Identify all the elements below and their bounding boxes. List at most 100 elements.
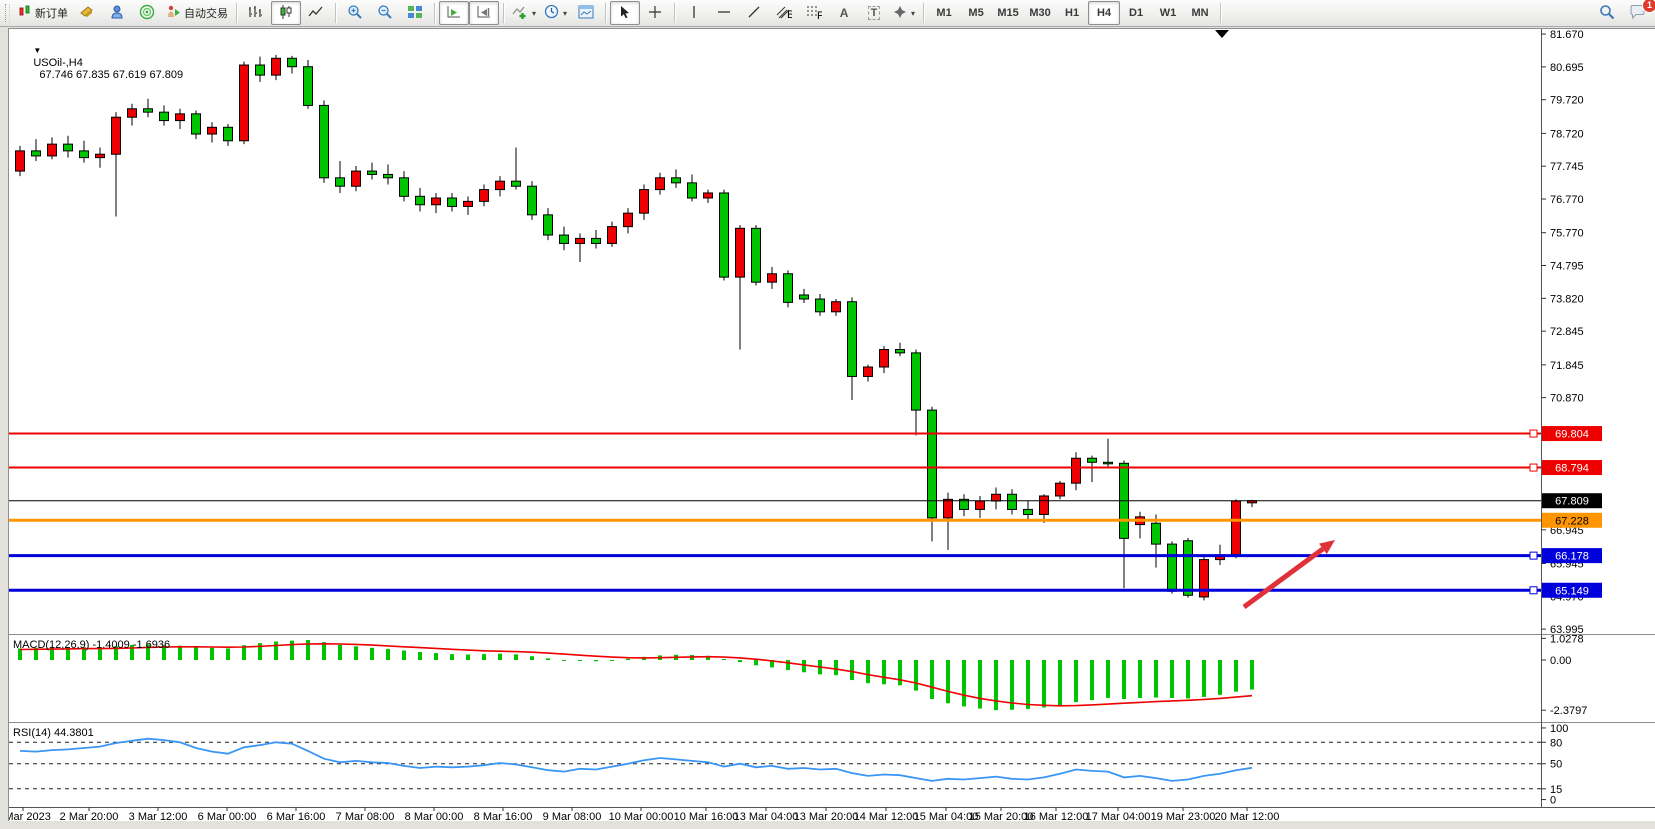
timeframe-M5[interactable]: M5 (960, 1, 992, 25)
candle (656, 178, 665, 190)
timeframe-D1[interactable]: D1 (1120, 1, 1152, 25)
toolbar-separator (236, 3, 237, 23)
candle (1072, 458, 1081, 483)
periods-button[interactable]: ▾ (540, 1, 571, 25)
price-tick-label: 72.845 (1550, 326, 1584, 338)
candle (576, 238, 585, 243)
chart-shift-button[interactable] (469, 1, 499, 25)
candle (496, 181, 505, 189)
price-badge-67.228: 67.228 (1542, 513, 1602, 528)
current-bar-marker-icon (1215, 30, 1229, 38)
price-line-69.804[interactable] (9, 430, 1541, 437)
auto-trading-button[interactable]: 自动交易 (162, 1, 232, 25)
time-tick-label: 16 Mar 12:00 (1024, 811, 1089, 821)
macd-signal-line (20, 644, 1252, 706)
candle (1056, 483, 1065, 496)
candle (608, 227, 617, 244)
candle (720, 193, 729, 277)
line-chart-mode-button[interactable] (301, 1, 331, 25)
zoom-out-button[interactable] (370, 1, 400, 25)
bar-chart-icon (248, 5, 264, 22)
timeframe-M15[interactable]: M15 (992, 1, 1024, 25)
tile-windows-button[interactable] (400, 1, 430, 25)
time-axis[interactable]: 2 Mar 20232 Mar 20:003 Mar 12:006 Mar 00… (9, 807, 1279, 821)
arrows-tool-button[interactable]: ▾ (889, 1, 919, 25)
chart-svg[interactable]: 81.67080.69579.72078.72077.74576.77075.7… (9, 29, 1655, 821)
chart-dropdown-icon[interactable]: ▼ (33, 46, 41, 55)
zoom-in-button[interactable] (340, 1, 370, 25)
new-order-button[interactable]: 新订单 (14, 1, 72, 25)
trend-arrow-annotation[interactable] (1244, 540, 1335, 607)
candle (144, 109, 153, 112)
signal-button[interactable] (132, 1, 162, 25)
candle (896, 350, 905, 353)
label-tool-button[interactable]: T (859, 1, 889, 25)
time-tick-label: 3 Mar 12:00 (129, 811, 188, 821)
bar-chart-mode-button[interactable] (241, 1, 271, 25)
timeframe-M30[interactable]: M30 (1024, 1, 1056, 25)
line-handle[interactable] (1530, 430, 1537, 437)
indicators-button[interactable]: ▾ (508, 1, 540, 25)
candle (1168, 544, 1177, 591)
candle (1232, 501, 1241, 555)
horizontal-line-button[interactable] (709, 1, 739, 25)
auto-scroll-button[interactable] (439, 1, 469, 25)
channel-button[interactable]: E (769, 1, 799, 25)
timeframe-W1[interactable]: W1 (1152, 1, 1184, 25)
toolbar-grip[interactable] (5, 4, 10, 22)
funnel-button[interactable] (72, 1, 102, 25)
svg-text:67.809: 67.809 (1555, 496, 1589, 508)
fibonacci-button[interactable]: F (799, 1, 829, 25)
chart-shift-icon (476, 5, 492, 22)
chart-symbol-period: USOil-,H4 (33, 57, 83, 69)
timeframe-M1[interactable]: M1 (928, 1, 960, 25)
text-tool-button[interactable]: A (829, 1, 859, 25)
rsi-line (20, 739, 1252, 781)
crosshair-button[interactable] (640, 1, 670, 25)
price-badge-69.804: 69.804 (1542, 426, 1602, 441)
candle (1040, 496, 1049, 515)
indicators-caret-icon: ▾ (532, 9, 536, 18)
line-handle[interactable] (1530, 587, 1537, 594)
svg-text:F: F (817, 10, 822, 19)
macd-tick-label: -2.3797 (1550, 705, 1587, 717)
analyst-button[interactable] (102, 1, 132, 25)
price-badge-67.809: 67.809 (1542, 493, 1602, 508)
candle (400, 178, 409, 197)
svg-text:E: E (787, 9, 792, 19)
price-axis[interactable]: 81.67080.69579.72078.72077.74576.77075.7… (1541, 29, 1584, 636)
price-line-65.149[interactable] (9, 587, 1541, 594)
timeframe-H4[interactable]: H4 (1088, 1, 1120, 25)
search-button[interactable] (1592, 1, 1622, 25)
candlestick-mode-button[interactable] (271, 1, 301, 25)
candle (704, 193, 713, 198)
svg-text:66.178: 66.178 (1555, 551, 1589, 563)
candle (1088, 458, 1097, 462)
toolbar-separator (605, 3, 606, 23)
time-tick-label: 8 Mar 16:00 (474, 811, 533, 821)
line-handle[interactable] (1530, 464, 1537, 471)
candle (832, 302, 841, 312)
notifications-button[interactable]: 1 (1622, 1, 1652, 25)
price-line-68.794[interactable] (9, 464, 1541, 471)
terminal-window: 新订单 自动交易 (0, 0, 1655, 829)
chart-region[interactable]: 81.67080.69579.72078.72077.74576.77075.7… (8, 28, 1655, 821)
funnel-icon (79, 4, 95, 23)
new-order-label: 新订单 (35, 5, 68, 21)
templates-button[interactable] (571, 1, 601, 25)
macd-indicator-label: MACD(12,26,9) -1.4009 -1.6936 (13, 639, 170, 651)
candle (192, 114, 201, 134)
time-tick-label: 13 Mar 20:00 (794, 811, 859, 821)
timeframe-H1[interactable]: H1 (1056, 1, 1088, 25)
price-badge-68.794: 68.794 (1542, 460, 1602, 475)
vertical-line-button[interactable] (679, 1, 709, 25)
candle (1104, 462, 1113, 464)
line-handle[interactable] (1530, 552, 1537, 559)
toolbar-separator (674, 3, 675, 23)
time-tick-label: 9 Mar 08:00 (543, 811, 602, 821)
cursor-button[interactable] (610, 1, 640, 25)
trendline-button[interactable] (739, 1, 769, 25)
candle (864, 367, 873, 376)
auto-trading-label: 自动交易 (184, 5, 228, 21)
timeframe-MN[interactable]: MN (1184, 1, 1216, 25)
